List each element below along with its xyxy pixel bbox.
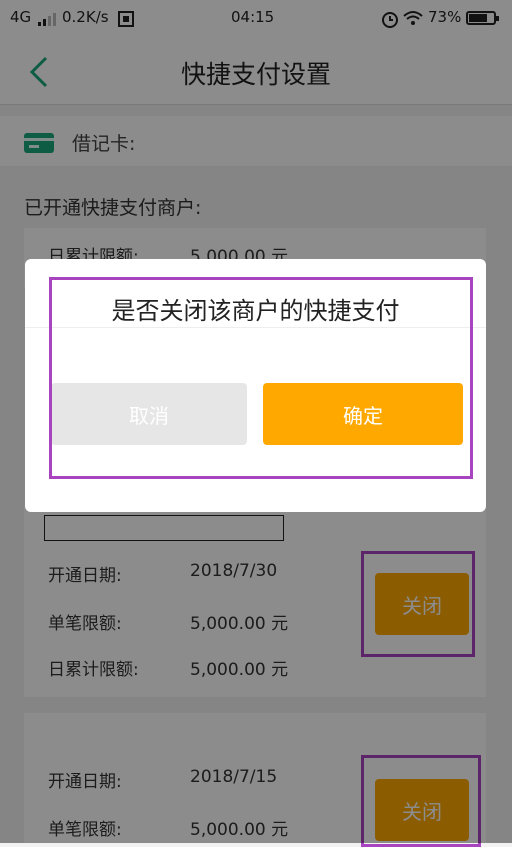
confirm-dialog: 是否关闭该商户的快捷支付 取消 确定 — [25, 259, 486, 512]
highlight-box — [49, 277, 473, 479]
